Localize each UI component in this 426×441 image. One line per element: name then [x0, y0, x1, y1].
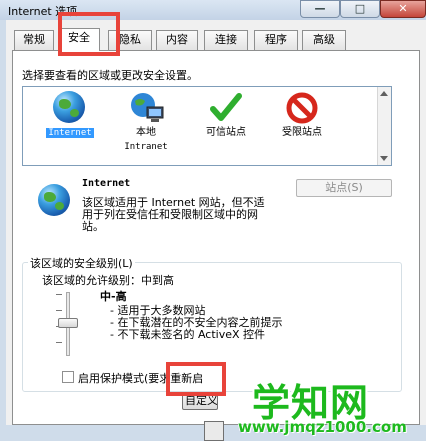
- zone-local-intranet[interactable]: 本地 Intranet: [111, 91, 181, 153]
- protected-mode-checkbox[interactable]: [62, 371, 74, 383]
- zone-sublabel: Intranet: [124, 142, 168, 152]
- tab-general[interactable]: 常规: [14, 30, 54, 50]
- default-level-button[interactable]: [204, 421, 224, 441]
- tab-security[interactable]: 安全: [58, 28, 100, 51]
- security-level-bullets: - 适用于大多数网站 - 在下载潜在的不安全内容之前提示 - 不下载未签名的 A…: [110, 305, 282, 341]
- zone-list-scrollbar[interactable]: [377, 87, 391, 165]
- sites-button[interactable]: 站点(S): [296, 179, 392, 197]
- globe-icon: [53, 91, 87, 125]
- close-button[interactable]: ✕: [380, 0, 426, 18]
- protected-mode-label: 启用保护模式(要求重新启: [78, 372, 204, 385]
- title-bar: Internet 选项 — □ ✕: [0, 0, 426, 20]
- maximize-button[interactable]: □: [340, 0, 380, 18]
- minimize-button[interactable]: —: [300, 0, 340, 18]
- tab-programs[interactable]: 程序: [254, 30, 298, 50]
- zone-list: Internet 本地 Intranet 可信站点 受限站点: [22, 86, 392, 166]
- zone-trusted-sites[interactable]: 可信站点: [191, 91, 261, 139]
- allowed-level-label: 该区域的允许级别：中到高: [42, 274, 174, 287]
- tab-connections[interactable]: 连接: [204, 30, 248, 50]
- zone-prompt: 选择要查看的区域或更改安全设置。: [22, 69, 198, 82]
- internet-options-dialog: 常规 安全 隐私 内容 连接 程序 高级 选择要查看的区域或更改安全设置。 In…: [6, 12, 426, 441]
- watermark-url: www.jmqz1000.com: [238, 418, 407, 436]
- security-level-name: 中-高: [100, 290, 127, 303]
- slider-tick: [56, 294, 62, 295]
- tab-privacy[interactable]: 隐私: [108, 30, 152, 50]
- zone-label: Internet: [46, 128, 94, 138]
- zone-label: 本地: [136, 127, 156, 138]
- zone-restricted-sites[interactable]: 受限站点: [267, 91, 337, 139]
- window-title: Internet 选项: [8, 5, 78, 18]
- security-level-title: 该区域的安全级别(L): [28, 255, 135, 271]
- bullet-item: - 不下载未签名的 ActiveX 控件: [110, 328, 266, 341]
- zone-description: 该区域适用于 Internet 网站，但不适用于列在受信任和受限制区域中的网站。: [82, 196, 265, 233]
- zone-label: 受限站点: [282, 127, 322, 138]
- scroll-up-icon[interactable]: [380, 91, 388, 96]
- custom-level-button[interactable]: 自定义: [182, 392, 218, 410]
- zone-title: Internet: [82, 178, 131, 189]
- restricted-icon: [285, 91, 319, 125]
- intranet-icon: [129, 91, 164, 125]
- zone-internet[interactable]: Internet: [35, 91, 105, 139]
- slider-tick: [56, 342, 62, 343]
- checkmark-icon: [209, 91, 243, 125]
- scroll-down-icon[interactable]: [380, 156, 388, 161]
- tab-content[interactable]: 内容: [156, 30, 198, 50]
- tab-advanced[interactable]: 高级: [302, 30, 346, 50]
- zone-label: 可信站点: [206, 127, 246, 138]
- zone-globe-icon: [38, 184, 70, 216]
- security-slider-thumb[interactable]: [58, 318, 78, 328]
- slider-tick: [56, 310, 62, 311]
